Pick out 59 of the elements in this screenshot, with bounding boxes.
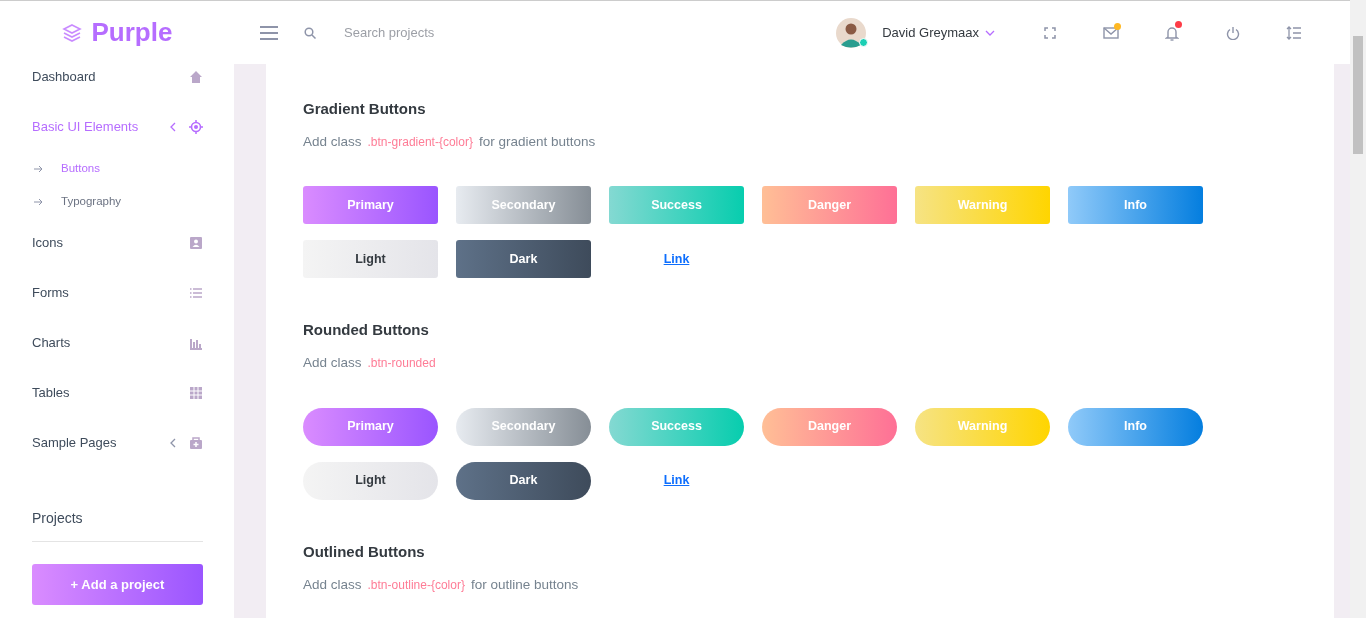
- sidebar-item[interactable]: Icons: [32, 233, 189, 253]
- submenu-item[interactable]: Buttons: [61, 159, 100, 178]
- add-project-button[interactable]: + Add a project: [32, 564, 203, 605]
- submenu-item[interactable]: Typography: [61, 192, 122, 211]
- demo-button[interactable]: Dark: [456, 240, 591, 279]
- demo-button[interactable]: Primary: [303, 186, 438, 225]
- section-title: Rounded Buttons: [303, 321, 430, 340]
- section-heading: Projects: [32, 496, 203, 542]
- home-icon: [189, 70, 203, 84]
- link[interactable]: Link: [609, 240, 744, 279]
- sidebar-item[interactable]: Tables: [32, 383, 189, 403]
- power-icon[interactable]: [1225, 25, 1240, 40]
- arrow-right-icon: [34, 197, 43, 206]
- demo-button[interactable]: Success: [609, 186, 744, 225]
- brand-logo-text[interactable]: Purple: [91, 13, 173, 52]
- table-icon: [189, 386, 203, 400]
- chevron-left-icon[interactable]: [169, 438, 177, 448]
- search-icon: [304, 26, 316, 39]
- fullscreen-icon[interactable]: [1043, 26, 1056, 39]
- mail-icon[interactable]: [1102, 26, 1119, 39]
- bell-icon[interactable]: [1164, 24, 1179, 41]
- section-description: Add class .btn-gradient-{color} for gradient buttons: [303, 133, 597, 151]
- demo-button[interactable]: Primary: [303, 407, 438, 446]
- demo-button[interactable]: Light: [303, 240, 438, 279]
- target-icon: [189, 120, 203, 134]
- demo-button[interactable]: Success: [609, 407, 744, 446]
- demo-button[interactable]: Light: [303, 461, 438, 500]
- sidebar-item[interactable]: Forms: [32, 283, 189, 303]
- chevron-left-icon[interactable]: [169, 122, 177, 132]
- medical-kit-icon: [189, 436, 203, 450]
- list-icon[interactable]: [1285, 25, 1302, 40]
- status-dot: [859, 37, 869, 47]
- chevron-down-icon[interactable]: [985, 29, 995, 36]
- demo-button[interactable]: Info: [1068, 186, 1203, 225]
- scrollbar[interactable]: [1350, 0, 1366, 618]
- avatar[interactable]: [836, 17, 867, 48]
- demo-button[interactable]: Dark: [456, 461, 591, 500]
- arrow-right-icon: [34, 164, 43, 173]
- menu-icon[interactable]: [260, 25, 278, 40]
- list-icon: [189, 286, 203, 300]
- section-description: Add class .btn-rounded: [303, 354, 437, 373]
- user-name[interactable]: David Greymaax: [882, 22, 979, 43]
- layers-icon: [61, 22, 82, 43]
- sidebar-item[interactable]: Basic UI Elements: [32, 117, 169, 137]
- demo-button[interactable]: Info: [1068, 407, 1203, 446]
- search-field[interactable]: Search projects: [342, 21, 542, 44]
- demo-button[interactable]: Secondary: [456, 186, 591, 225]
- demo-button[interactable]: Secondary: [456, 407, 591, 446]
- sidebar-item[interactable]: Charts: [32, 333, 189, 353]
- section-title: Outlined Buttons: [303, 542, 426, 561]
- demo-button[interactable]: Danger: [762, 407, 897, 446]
- sidebar-item[interactable]: Dashboard: [32, 67, 189, 87]
- link[interactable]: Link: [609, 461, 744, 500]
- demo-button[interactable]: Danger: [762, 186, 897, 225]
- section-description: Add class .btn-outline-{color} for outline buttons: [303, 575, 580, 594]
- contact-card-icon: [189, 236, 203, 250]
- bar-chart-icon: [189, 336, 203, 350]
- section-title: Gradient Buttons: [303, 100, 427, 118]
- sidebar-item[interactable]: Sample Pages: [32, 433, 169, 453]
